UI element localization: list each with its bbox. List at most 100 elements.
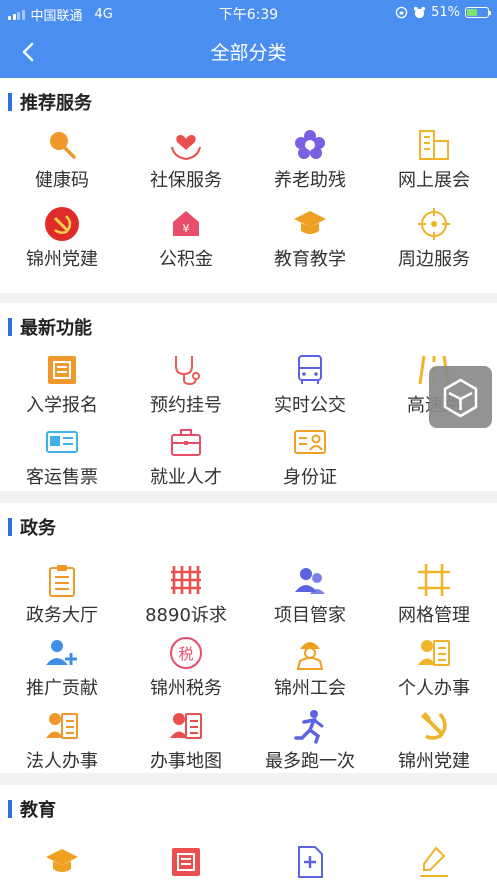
- service-item[interactable]: 网上展会: [372, 127, 496, 197]
- service-item[interactable]: 就业人才: [124, 424, 248, 494]
- id-card-icon: [294, 430, 326, 454]
- service-item[interactable]: 网格管理: [372, 562, 496, 632]
- section-education: 教育 教育教学入学报名体温上报中考服务: [0, 785, 497, 883]
- service-label: 最多跑一次: [265, 751, 355, 772]
- section-title: 推荐服务: [20, 93, 92, 114]
- battery-icon: [465, 7, 491, 18]
- briefcase-icon: [171, 429, 201, 456]
- status-bar: 中国联通 4G 下午6:39 51%: [0, 0, 497, 26]
- section-recommended: 推荐服务 健康码 社保服务 养老助残 网上展会锦州党建 ¥ 公积金 教育教学 周边服务: [0, 78, 497, 293]
- people-icon: [295, 568, 325, 594]
- service-label: 项目管家: [274, 605, 346, 626]
- service-item[interactable]: 政务大厅: [0, 562, 124, 632]
- service-label: 锦州工会: [274, 678, 346, 699]
- service-item[interactable]: 办事地图: [124, 708, 248, 778]
- service-item[interactable]: 养老助残: [248, 127, 372, 197]
- tax-circle-icon: 税: [170, 637, 202, 669]
- party-emblem-icon: [45, 207, 79, 241]
- user-plus-icon: [46, 640, 77, 665]
- section-title: 政务: [20, 518, 56, 539]
- cube-icon: [443, 378, 478, 418]
- svg-text:税: 税: [178, 645, 193, 663]
- service-item[interactable]: 推广贡献: [0, 635, 124, 705]
- service-label: 周边服务: [398, 249, 470, 270]
- service-item[interactable]: 入学报名: [124, 844, 248, 883]
- service-item[interactable]: 锦州工会: [248, 635, 372, 705]
- service-item[interactable]: 预约挂号: [124, 352, 248, 422]
- service-label: 预约挂号: [150, 395, 222, 416]
- service-label: 客运售票: [26, 467, 98, 488]
- service-item[interactable]: 周边服务: [372, 206, 496, 276]
- person-card-icon: [46, 713, 78, 739]
- section-government: 政务 政务大厅 8890诉求 项目管家 网格管理 推广贡献税锦州税务 锦州工会 个人办事 法人…: [0, 503, 497, 773]
- top-bar: 中国联通 4G 下午6:39 51% 全部分类: [0, 0, 497, 78]
- service-label: 公积金: [159, 249, 213, 270]
- bus-icon: [298, 355, 322, 384]
- service-item[interactable]: 客运售票: [0, 424, 124, 494]
- enroll-card-icon: [172, 848, 200, 876]
- location-target-icon: [418, 208, 450, 240]
- person-card-icon: [418, 640, 450, 666]
- service-label: 网格管理: [398, 605, 470, 626]
- service-label: 个人办事: [398, 678, 470, 699]
- hammer-sickle-icon: [421, 712, 447, 740]
- service-label: 社保服务: [150, 170, 222, 191]
- nav-bar: 全部分类: [0, 26, 497, 78]
- crop-grid-icon: [418, 564, 450, 596]
- worker-icon: [296, 642, 324, 670]
- floating-cube-button[interactable]: [429, 366, 492, 428]
- graduation-cap-icon: [294, 211, 326, 234]
- service-item[interactable]: 法人办事: [0, 708, 124, 778]
- service-label: 8890诉求: [145, 605, 227, 626]
- service-item[interactable]: 项目管家: [248, 562, 372, 632]
- graduation-cap-icon: [46, 849, 78, 872]
- service-label: 锦州党建: [398, 751, 470, 772]
- service-item[interactable]: 锦州党建: [0, 206, 124, 276]
- service-label: 养老助残: [274, 170, 346, 191]
- service-item[interactable]: 最多跑一次: [248, 708, 372, 778]
- service-item[interactable]: 身份证: [248, 424, 372, 494]
- battery-percent: 51%: [431, 5, 460, 20]
- clipboard-icon: [49, 565, 75, 597]
- service-item[interactable]: 健康码: [0, 127, 124, 197]
- service-item[interactable]: 锦州党建: [372, 708, 496, 778]
- service-item[interactable]: 个人办事: [372, 635, 496, 705]
- service-label: 办事地图: [150, 751, 222, 772]
- page-title: 全部分类: [210, 42, 287, 64]
- service-item[interactable]: 教育教学: [0, 844, 124, 883]
- service-item[interactable]: 税锦州税务: [124, 635, 248, 705]
- svg-text:¥: ¥: [183, 222, 190, 235]
- flower-person-icon: [295, 130, 325, 159]
- grid-hash-icon: [171, 566, 201, 594]
- service-label: 法人办事: [26, 751, 98, 772]
- service-label: 政务大厅: [26, 605, 98, 626]
- house-yen-icon: ¥: [173, 211, 199, 236]
- stethoscope-icon: [175, 356, 200, 386]
- service-item[interactable]: 体温上报: [248, 844, 372, 883]
- heart-hands-icon: [171, 135, 201, 161]
- enroll-card-icon: [48, 356, 76, 384]
- service-item[interactable]: 教育教学: [248, 206, 372, 276]
- search-icon: [50, 132, 76, 159]
- service-label: 网上展会: [398, 170, 470, 191]
- service-item[interactable]: 8890诉求: [124, 562, 248, 632]
- pen-icon: [420, 846, 448, 877]
- ticket-icon: [46, 431, 78, 453]
- service-label: 实时公交: [274, 395, 346, 416]
- building-icon: [419, 130, 449, 160]
- service-label: 推广贡献: [26, 678, 98, 699]
- service-label: 锦州税务: [150, 678, 222, 699]
- person-card-icon: [170, 713, 202, 739]
- alarm-icon: [414, 6, 426, 19]
- service-item[interactable]: 实时公交: [248, 352, 372, 422]
- service-item[interactable]: 入学报名: [0, 352, 124, 422]
- service-label: 入学报名: [26, 395, 98, 416]
- service-item[interactable]: 中考服务: [372, 844, 496, 883]
- runner-icon: [294, 710, 324, 744]
- service-item[interactable]: ¥ 公积金: [124, 206, 248, 276]
- service-label: 身份证: [283, 467, 337, 488]
- service-label: 锦州党建: [26, 249, 98, 270]
- service-item[interactable]: 社保服务: [124, 127, 248, 197]
- medical-doc-icon: [298, 846, 323, 878]
- service-label: 教育教学: [274, 249, 346, 270]
